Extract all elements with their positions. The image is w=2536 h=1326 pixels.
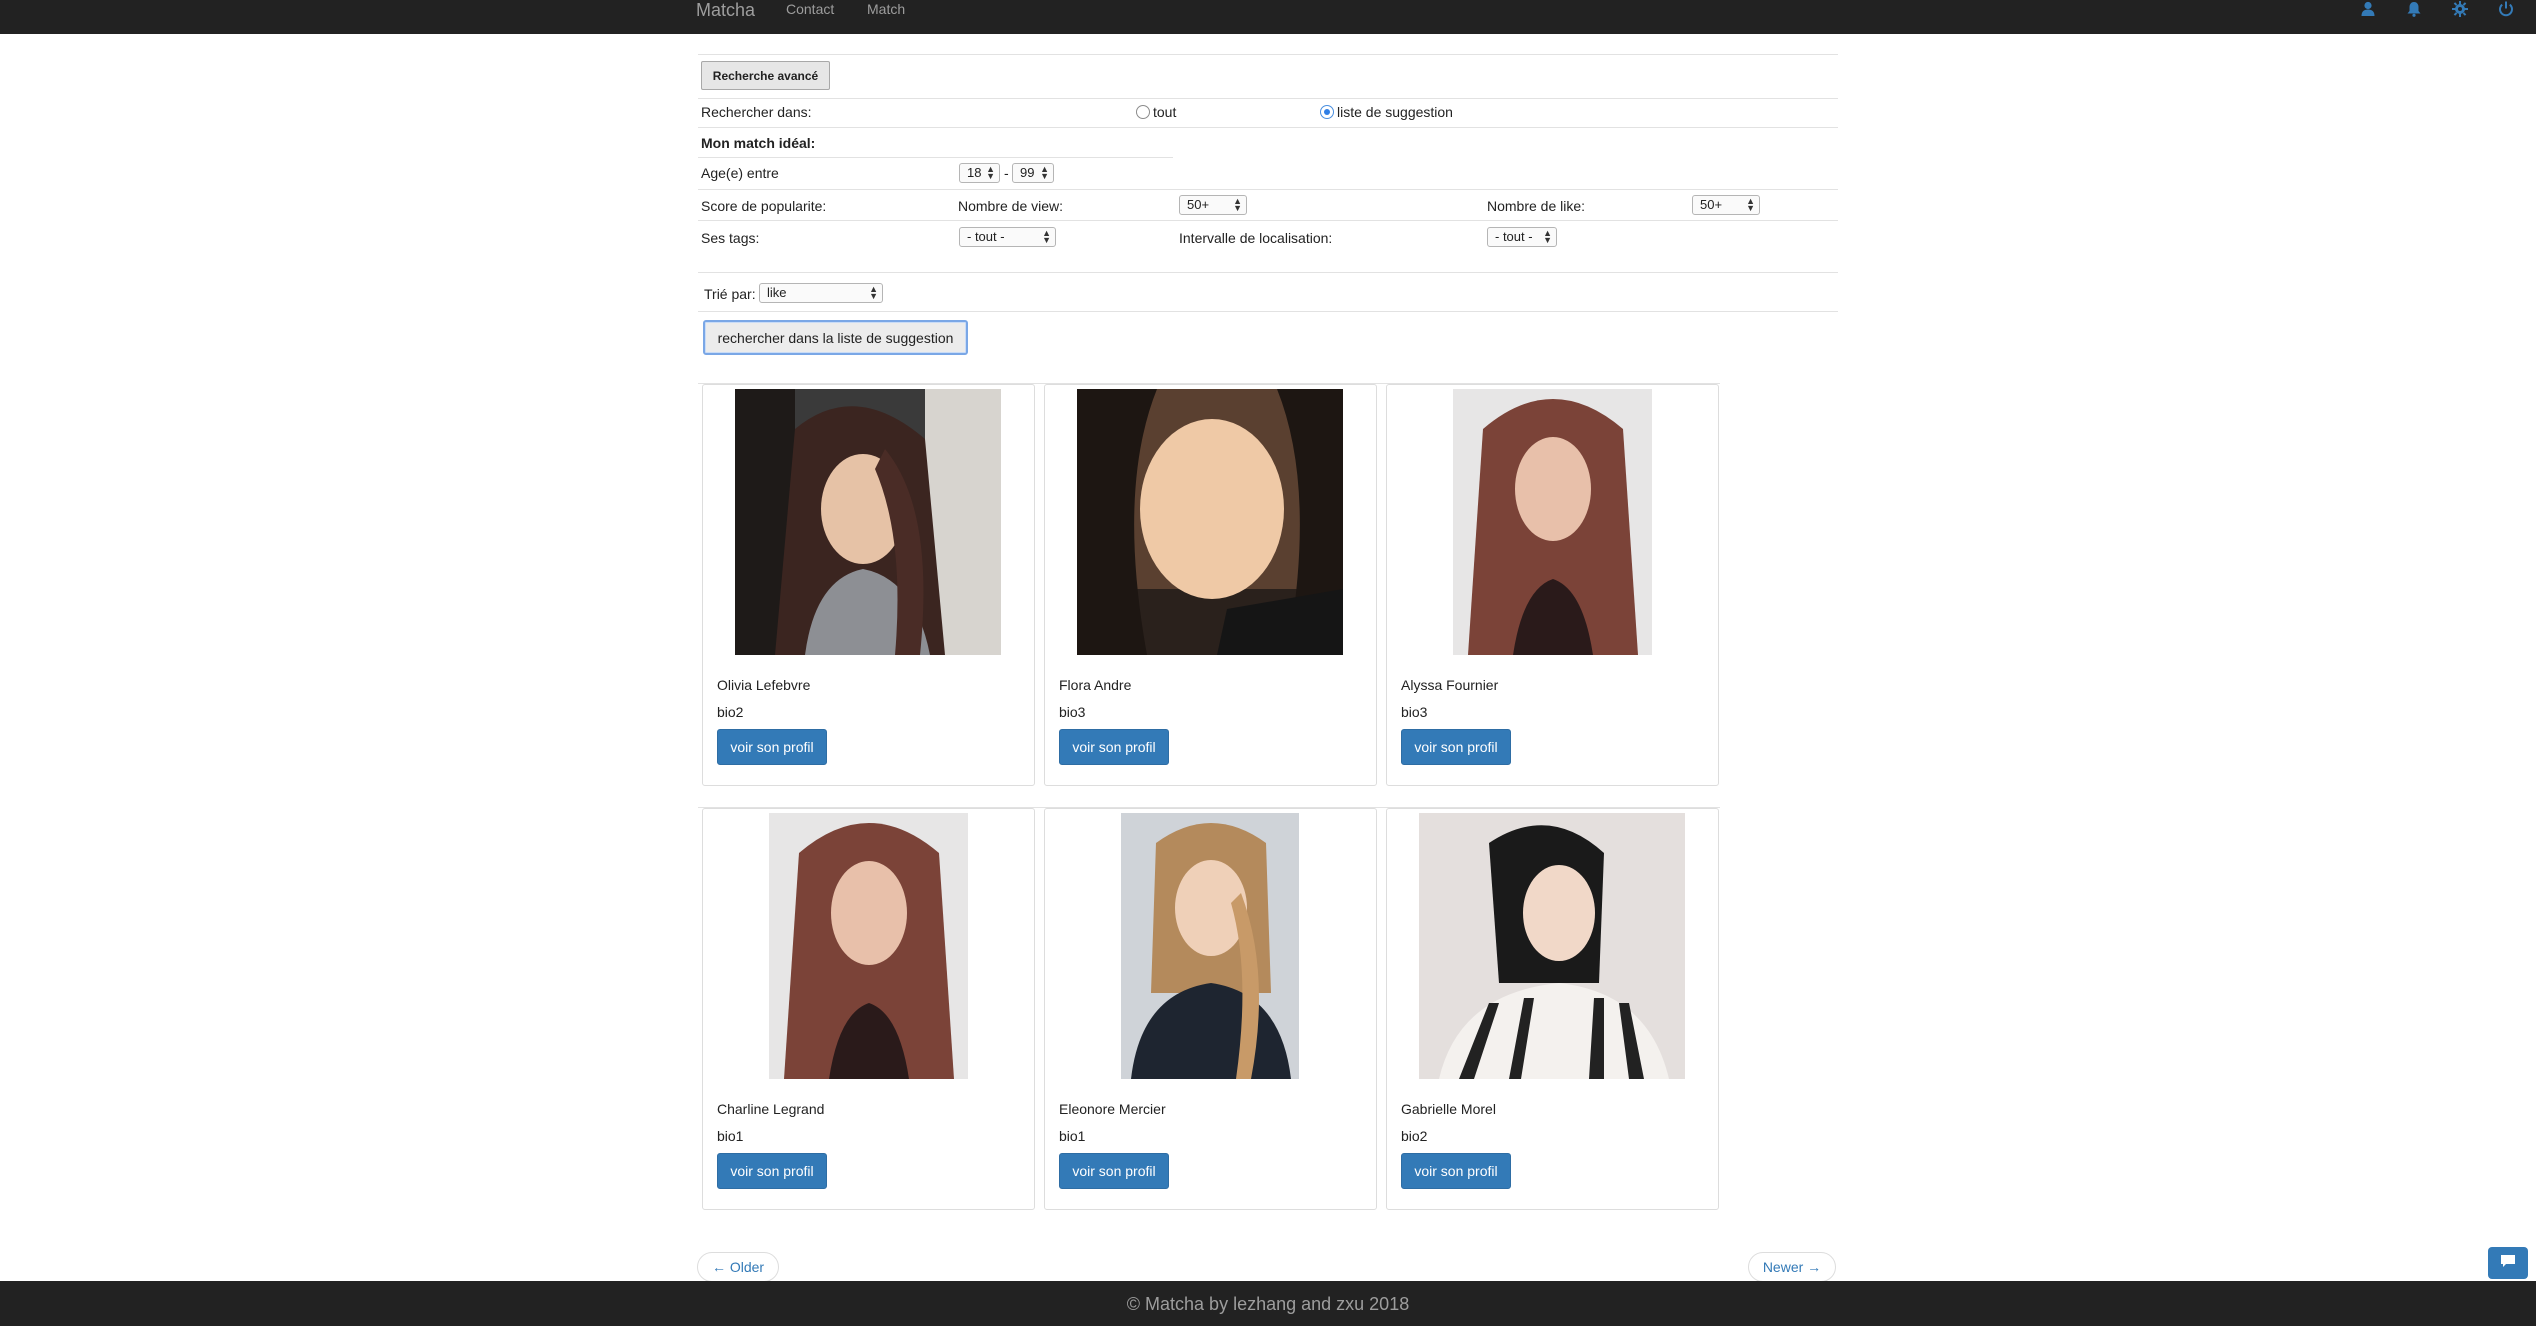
- top-navbar: Matcha Contact Match: [0, 0, 2536, 34]
- sort-select[interactable]: like ▲ ▼: [759, 283, 883, 303]
- profile-photo: [735, 389, 1001, 655]
- newer-page-link[interactable]: Newer →: [1748, 1252, 1836, 1282]
- profile-card: Flora Andre bio3 voir son profil: [1044, 384, 1377, 786]
- age-min-select[interactable]: 18 ▲ ▼: [959, 163, 1000, 183]
- view-profile-button[interactable]: voir son profil: [1401, 1153, 1511, 1189]
- profile-name: Eleonore Mercier: [1059, 1101, 1166, 1117]
- view-profile-button[interactable]: voir son profil: [717, 1153, 827, 1189]
- scope-option-suggestions-label: liste de suggestion: [1337, 104, 1453, 120]
- likes-label: Nombre de like:: [1487, 198, 1586, 214]
- profile-card: Olivia Lefebvre bio2 voir son profil: [702, 384, 1035, 786]
- location-label: Intervalle de localisation:: [1179, 230, 1333, 246]
- view-profile-button[interactable]: voir son profil: [1059, 1153, 1169, 1189]
- age-label: Age(e) entre: [701, 165, 779, 181]
- profile-name: Olivia Lefebvre: [717, 677, 811, 693]
- search-suggestions-button[interactable]: rechercher dans la liste de suggestion: [703, 320, 968, 355]
- tags-select[interactable]: - tout - ▲ ▼: [959, 227, 1056, 247]
- tags-label: Ses tags:: [701, 230, 760, 246]
- footer-copyright: © Matcha by lezhang and zxu 2018: [1126, 1294, 1410, 1314]
- search-in-label: Rechercher dans:: [701, 104, 812, 120]
- profile-name: Charline Legrand: [717, 1101, 825, 1117]
- nav-link-match[interactable]: Match: [867, 1, 905, 17]
- brand-link[interactable]: Matcha: [696, 0, 755, 20]
- view-profile-button[interactable]: voir son profil: [717, 729, 827, 765]
- advanced-search-button[interactable]: Recherche avancé: [701, 61, 830, 90]
- profile-bio: bio2: [1401, 1128, 1428, 1144]
- scope-radio-suggestions[interactable]: [1320, 105, 1334, 119]
- profile-card: Eleonore Mercier bio1 voir son profil: [1044, 808, 1377, 1210]
- profile-photo: [1419, 813, 1685, 1079]
- scope-option-all-label: tout: [1153, 104, 1177, 120]
- ideal-match-heading: Mon match idéal:: [701, 135, 816, 151]
- likes-select[interactable]: 50+ ▲ ▼: [1692, 195, 1760, 215]
- power-icon[interactable]: [2497, 0, 2515, 18]
- views-label: Nombre de view:: [958, 198, 1064, 214]
- chat-icon: [2500, 1254, 2516, 1272]
- location-select[interactable]: - tout - ▲ ▼: [1487, 227, 1557, 247]
- profile-bio: bio1: [1059, 1128, 1086, 1144]
- bell-icon[interactable]: [2405, 0, 2423, 18]
- nav-link-contact[interactable]: Contact: [786, 1, 834, 17]
- gear-icon[interactable]: [2451, 0, 2469, 18]
- profile-bio: bio1: [717, 1128, 744, 1144]
- older-page-link[interactable]: ← Older: [697, 1252, 779, 1282]
- sort-label: Trié par:: [704, 286, 756, 302]
- footer: © Matcha by lezhang and zxu 2018: [0, 1281, 2536, 1326]
- profile-photo: [1077, 389, 1343, 655]
- profile-bio: bio2: [717, 704, 744, 720]
- user-icon[interactable]: [2359, 0, 2377, 18]
- chat-button[interactable]: [2488, 1247, 2528, 1279]
- profile-photo: [1121, 813, 1299, 1079]
- profile-photo: [1453, 389, 1652, 655]
- age-separator: -: [1004, 165, 1009, 181]
- profile-name: Gabrielle Morel: [1401, 1101, 1496, 1117]
- view-profile-button[interactable]: voir son profil: [1401, 729, 1511, 765]
- popularity-label: Score de popularite:: [701, 198, 827, 214]
- view-profile-button[interactable]: voir son profil: [1059, 729, 1169, 765]
- profile-card: Charline Legrand bio1 voir son profil: [702, 808, 1035, 1210]
- age-max-select[interactable]: 99 ▲ ▼: [1012, 163, 1054, 183]
- profile-bio: bio3: [1059, 704, 1086, 720]
- views-select[interactable]: 50+ ▲ ▼: [1179, 195, 1247, 215]
- profile-name: Alyssa Fournier: [1401, 677, 1499, 693]
- profile-photo: [769, 813, 968, 1079]
- profile-name: Flora Andre: [1059, 677, 1132, 693]
- profile-card: Gabrielle Morel bio2 voir son profil: [1386, 808, 1719, 1210]
- profile-bio: bio3: [1401, 704, 1428, 720]
- profile-card: Alyssa Fournier bio3 voir son profil: [1386, 384, 1719, 786]
- scope-radio-all[interactable]: [1136, 105, 1150, 119]
